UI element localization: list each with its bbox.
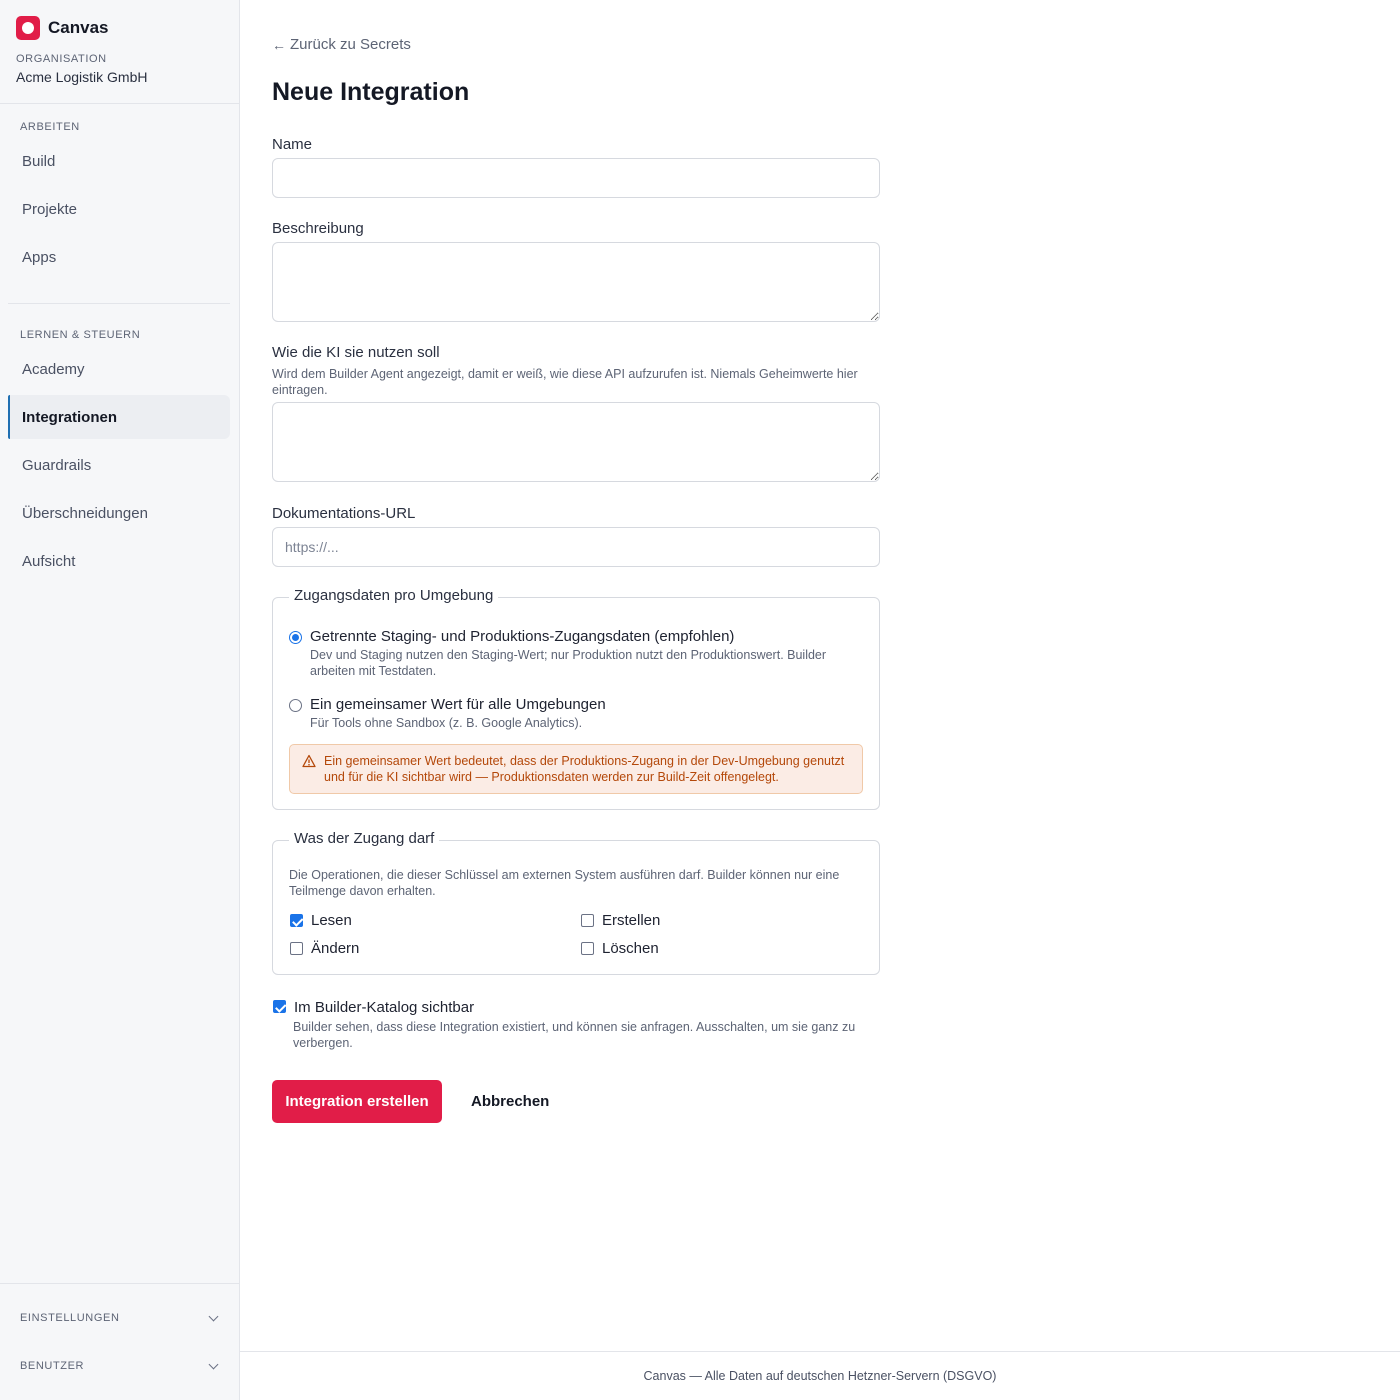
- permissions-description: Die Operationen, die dieser Schlüssel am…: [289, 868, 840, 898]
- sidebar: Canvas ORGANISATION Acme Logistik GmbH A…: [0, 0, 240, 1400]
- checkbox-erstellen[interactable]: [581, 914, 594, 927]
- option-shared-description: Für Tools ohne Sandbox (z. B. Google Ana…: [310, 716, 583, 730]
- ai-usage-textarea[interactable]: [272, 402, 880, 482]
- warning-text: Ein gemeinsamer Wert bedeutet, dass der …: [324, 754, 845, 784]
- sidebar-footer-einstellungen[interactable]: EINSTELLUNGEN: [20, 1312, 218, 1324]
- section-label-lernen-steuern: LERNEN & STEUERN: [20, 329, 141, 341]
- catalog-visible-toggle[interactable]: Im Builder-Katalog sichtbar: [273, 999, 474, 1016]
- credentials-fieldset: Zugangsdaten pro Umgebung Getrennte Stag…: [272, 587, 880, 810]
- catalog-visible-description: Builder sehen, dass diese Integration ex…: [293, 1020, 856, 1050]
- organization-label: ORGANISATION: [16, 53, 107, 65]
- sidebar-item-guardrails[interactable]: Guardrails: [8, 443, 230, 487]
- page-footer: Canvas — Alle Daten auf deutschen Hetzne…: [240, 1351, 1400, 1400]
- sidebar-item-aufsicht[interactable]: Aufsicht: [8, 539, 230, 583]
- back-link[interactable]: ← Zurück zu Secrets: [272, 36, 411, 53]
- warning-triangle-icon: [302, 754, 316, 768]
- sidebar-divider: [8, 303, 230, 304]
- sidebar-item-integrationen[interactable]: Integrationen: [8, 395, 230, 439]
- ai-usage-hint: Wird dem Builder Agent angezeigt, damit …: [272, 367, 858, 397]
- footer-text: Canvas — Alle Daten auf deutschen Hetzne…: [643, 1369, 997, 1383]
- chevron-down-icon: [208, 1313, 218, 1323]
- credentials-option-shared[interactable]: Ein gemeinsamer Wert für alle Umgebungen…: [289, 696, 850, 731]
- credentials-option-separate[interactable]: Getrennte Staging- und Produktions-Zugan…: [289, 628, 850, 679]
- description-textarea[interactable]: [272, 242, 880, 322]
- credentials-legend: Zugangsdaten pro Umgebung: [289, 587, 499, 604]
- option-separate-description: Dev und Staging nutzen den Staging-Wert;…: [310, 648, 827, 678]
- back-link-label: Zurück zu Secrets: [290, 36, 411, 53]
- ai-usage-label: Wie die KI sie nutzen soll: [272, 344, 440, 361]
- cancel-button[interactable]: Abbrechen: [462, 1080, 558, 1123]
- sidebar-item-academy[interactable]: Academy: [8, 347, 230, 391]
- main-content: ← Zurück zu Secrets Neue Integration Nam…: [240, 0, 1400, 1400]
- radio-separate[interactable]: [289, 631, 302, 644]
- benutzer-label: BENUTZER: [20, 1360, 85, 1372]
- option-shared-title: Ein gemeinsamer Wert für alle Umgebungen: [310, 696, 606, 713]
- permissions-legend: Was der Zugang darf: [289, 830, 440, 847]
- permission-aendern-label: Ändern: [311, 940, 360, 957]
- checkbox-catalog-visible[interactable]: [273, 1000, 286, 1013]
- chevron-down-icon: [208, 1361, 218, 1371]
- checkbox-aendern[interactable]: [290, 942, 303, 955]
- permission-loeschen-label: Löschen: [602, 940, 659, 957]
- description-label: Beschreibung: [272, 220, 364, 237]
- canvas-logo-icon: [16, 16, 40, 40]
- permission-erstellen-label: Erstellen: [602, 912, 661, 929]
- checkbox-loeschen[interactable]: [581, 942, 594, 955]
- shared-value-warning: Ein gemeinsamer Wert bedeutet, dass der …: [289, 744, 863, 794]
- brand-name: Canvas: [48, 18, 109, 37]
- einstellungen-label: EINSTELLUNGEN: [20, 1312, 120, 1324]
- name-input[interactable]: [272, 158, 880, 198]
- create-integration-button[interactable]: Integration erstellen: [272, 1080, 442, 1123]
- name-label: Name: [272, 136, 313, 153]
- permission-erstellen[interactable]: Erstellen: [581, 912, 660, 929]
- option-separate-title: Getrennte Staging- und Produktions-Zugan…: [310, 628, 735, 645]
- sidebar-item-build[interactable]: Build: [8, 139, 230, 183]
- docs-url-label: Dokumentations-URL: [272, 505, 416, 522]
- radio-shared[interactable]: [289, 699, 302, 712]
- sidebar-divider: [0, 103, 239, 104]
- permission-aendern[interactable]: Ändern: [290, 940, 359, 957]
- sidebar-divider: [0, 1283, 239, 1284]
- organization-name[interactable]: Acme Logistik GmbH: [16, 69, 147, 85]
- permissions-fieldset: Was der Zugang darf Die Operationen, die…: [272, 830, 880, 975]
- section-label-arbeiten: ARBEITEN: [20, 121, 80, 133]
- brand[interactable]: Canvas: [16, 16, 108, 40]
- page-title: Neue Integration: [272, 78, 470, 106]
- sidebar-item-ueberschneidungen[interactable]: Überschneidungen: [8, 491, 230, 535]
- sidebar-footer-benutzer[interactable]: BENUTZER: [20, 1360, 218, 1372]
- arrow-left-icon: ←: [272, 36, 286, 53]
- permission-lesen-label: Lesen: [311, 912, 352, 929]
- permission-loeschen[interactable]: Löschen: [581, 940, 659, 957]
- permission-lesen[interactable]: Lesen: [290, 912, 352, 929]
- catalog-visible-label: Im Builder-Katalog sichtbar: [294, 999, 475, 1016]
- sidebar-item-apps[interactable]: Apps: [8, 235, 230, 279]
- sidebar-item-projekte[interactable]: Projekte: [8, 187, 230, 231]
- docs-url-input[interactable]: [272, 527, 880, 567]
- checkbox-lesen[interactable]: [290, 914, 303, 927]
